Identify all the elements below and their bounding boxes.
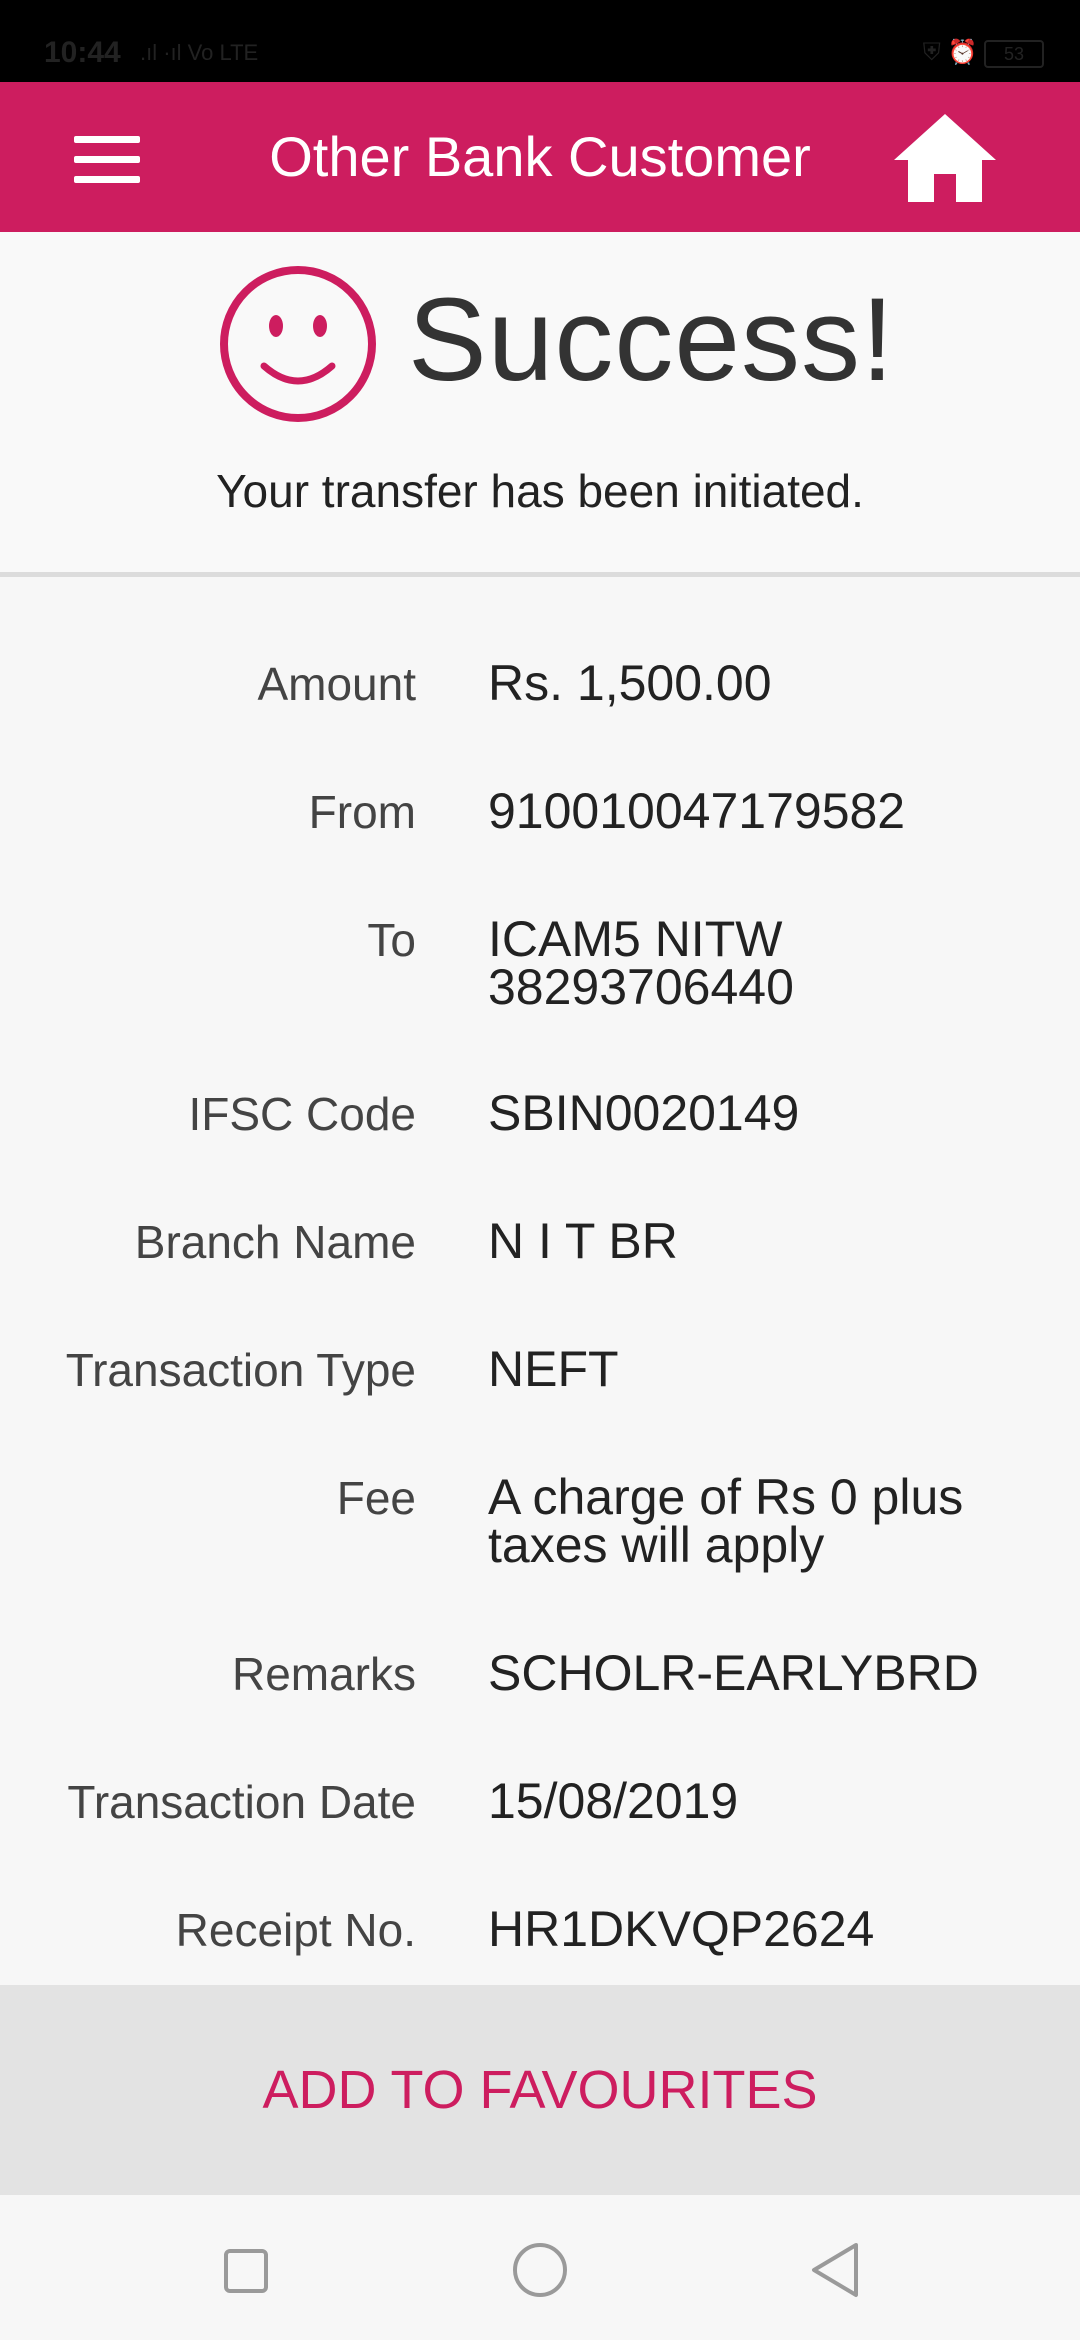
recent-apps-button[interactable] [210,2235,280,2305]
detail-label: Receipt No. [175,1904,416,1956]
square-icon [224,2249,268,2293]
detail-value: A charge of Rs 0 plus taxes will apply [488,1469,1048,1573]
detail-value: NEFT [488,1341,619,1397]
home-button[interactable] [890,110,1000,206]
detail-value: 910010047179582 [488,783,906,839]
battery-icon: 53 [984,39,1044,68]
detail-label: IFSC Code [188,1088,416,1140]
status-right-icons: ⛨ ⏰ 53 [923,38,1044,68]
detail-value-line: ICAM5 NITW [488,911,783,967]
menu-button[interactable] [60,122,156,194]
detail-value: ICAM5 NITW 38293706440 [488,911,1048,1015]
detail-label: Remarks [231,1648,416,1700]
detail-label: From [308,786,416,838]
detail-label: Branch Name [134,1216,416,1268]
home-icon [894,114,996,202]
detail-value: SCHOLR-EARLYBRD [488,1645,979,1701]
detail-value: N I T BR [488,1213,678,1269]
detail-label: Amount [257,658,416,710]
smiley-icon [220,266,376,422]
detail-value: Rs. 1,500.00 [488,655,772,711]
system-nav-bar [0,2195,1080,2340]
detail-label: Transaction Type [65,1344,416,1396]
triangle-back-icon [812,2243,858,2297]
back-button[interactable] [800,2235,870,2305]
success-title: Success! [408,274,895,406]
add-to-favourites-button[interactable]: ADD TO FAVOURITES [0,1985,1080,2195]
status-time: 10:44 [44,36,121,69]
detail-value-line: A charge of Rs 0 plus [488,1469,964,1525]
detail-value-line: taxes will apply [488,1517,825,1573]
alarm-icon: ⏰ [947,39,978,66]
detail-value-line: 38293706440 [488,959,794,1015]
detail-label: To [367,914,416,966]
status-bar: 10:44 .ıl ·ıl Vo LTE ⛨ ⏰ 53 [0,0,1080,82]
detail-label: Transaction Date [67,1776,416,1828]
app-bar: Other Bank Customer [0,82,1080,232]
transfer-details: Amount Rs. 1,500.00 From 910010047179582… [0,577,1080,1985]
detail-value: HR1DKVQP2624 [488,1901,875,1957]
detail-value: 15/08/2019 [488,1773,739,1829]
success-panel: Success! Your transfer has been initiate… [0,232,1080,572]
success-subtitle: Your transfer has been initiated. [216,465,864,517]
home-nav-button[interactable] [505,2235,575,2305]
detail-value: SBIN0020149 [488,1085,800,1141]
shield-icon: ⛨ [922,39,941,66]
signal-icons: .ıl ·ıl Vo LTE [140,40,259,65]
detail-label: Fee [336,1472,416,1524]
circle-icon [513,2243,567,2297]
add-to-favourites-label: ADD TO FAVOURITES [262,2060,818,2120]
